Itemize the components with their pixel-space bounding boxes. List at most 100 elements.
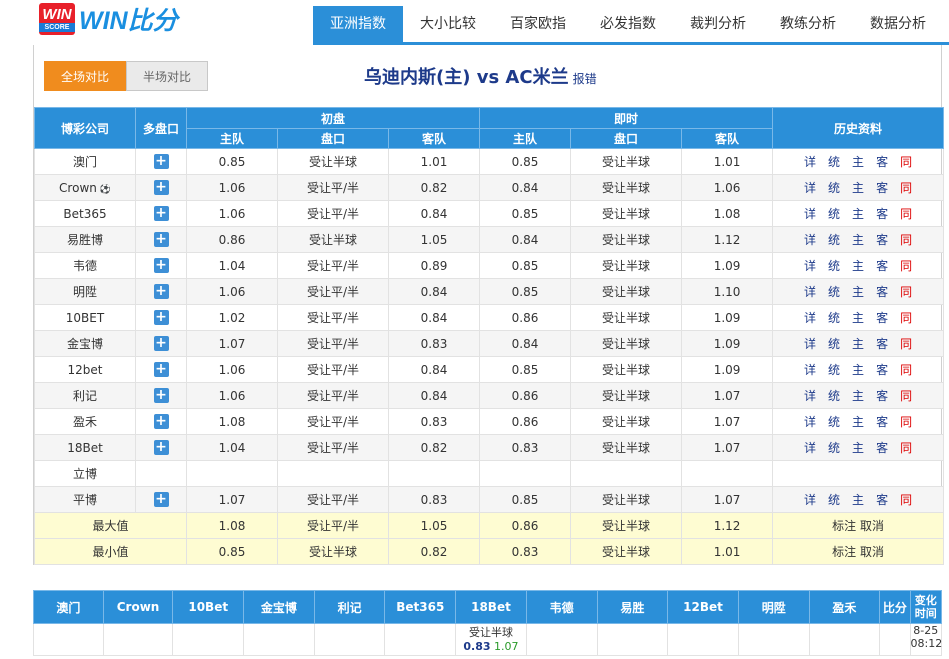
company-cell[interactable]: 金宝博 [34,330,136,357]
company-name[interactable]: 明陞 [73,285,97,299]
history-link[interactable]: 同 [900,413,912,430]
history-link[interactable]: 主 [852,491,864,508]
company-cell[interactable]: 利记 [34,382,136,409]
nav-item[interactable]: 数据分析 [853,6,943,42]
history-link[interactable]: 统 [828,283,840,300]
history-link[interactable]: 详 [804,153,816,170]
history-link[interactable]: 客 [876,309,888,326]
history-link[interactable]: 客 [876,257,888,274]
company-name[interactable]: 12bet [68,363,103,377]
history-link[interactable]: 客 [876,491,888,508]
history-link[interactable]: 统 [828,205,840,222]
company-cell[interactable]: 平博 [34,486,136,513]
company-name[interactable]: 18Bet [67,441,103,455]
expand-plus-icon[interactable]: + [153,492,169,507]
nav-item[interactable]: 亚洲指数 [313,6,403,42]
history-link[interactable]: 统 [828,361,840,378]
logo[interactable]: WIN SCORE WIN比分 [39,2,178,36]
history-link[interactable]: 客 [876,439,888,456]
history-link[interactable]: 统 [828,179,840,196]
company-name[interactable]: 易胜博 [67,233,103,247]
history-link[interactable]: 详 [804,413,816,430]
history-link[interactable]: 同 [900,309,912,326]
history-link[interactable]: 详 [804,231,816,248]
history-link[interactable]: 统 [828,491,840,508]
expand-plus-icon[interactable]: + [153,440,169,455]
history-link[interactable]: 客 [876,179,888,196]
expand-plus-icon[interactable]: + [153,336,169,351]
expand-plus-icon[interactable]: + [153,388,169,403]
history-link[interactable]: 详 [804,387,816,404]
company-name[interactable]: 韦德 [73,259,97,273]
company-cell[interactable]: 盈禾 [34,408,136,435]
history-link[interactable]: 统 [828,153,840,170]
company-cell[interactable]: 立博 [34,460,136,487]
nav-item[interactable]: 大小比较 [403,6,493,42]
history-link[interactable]: 同 [900,153,912,170]
half-match-button[interactable]: 半场对比 [126,61,208,91]
history-link[interactable]: 统 [828,257,840,274]
history-link[interactable]: 主 [852,179,864,196]
expand-plus-icon[interactable]: + [153,154,169,169]
history-link[interactable]: 统 [828,335,840,352]
report-error-link[interactable]: 报错 [573,72,597,86]
company-cell[interactable]: 韦德 [34,252,136,279]
history-link[interactable]: 同 [900,491,912,508]
company-cell[interactable]: Bet365 [34,200,136,227]
history-link[interactable]: 详 [804,491,816,508]
history-link[interactable]: 同 [900,335,912,352]
nav-item[interactable]: 必发指数 [583,6,673,42]
company-cell[interactable]: 18Bet [34,434,136,461]
expand-plus-icon[interactable]: + [153,284,169,299]
company-cell[interactable]: 澳门 [34,148,136,175]
company-name[interactable]: Crown [59,181,97,195]
min-mark-cancel[interactable]: 标注 取消 [772,538,945,565]
history-link[interactable]: 客 [876,231,888,248]
expand-plus-icon[interactable]: + [153,310,169,325]
full-match-button[interactable]: 全场对比 [44,61,126,91]
history-link[interactable]: 主 [852,413,864,430]
expand-plus-icon[interactable]: + [153,258,169,273]
history-link[interactable]: 主 [852,257,864,274]
history-link[interactable]: 统 [828,413,840,430]
history-link[interactable]: 详 [804,205,816,222]
company-cell[interactable]: 明陞 [34,278,136,305]
history-link[interactable]: 统 [828,387,840,404]
nav-item[interactable]: 裁判分析 [673,6,763,42]
history-link[interactable]: 统 [828,231,840,248]
history-link[interactable]: 同 [900,283,912,300]
history-link[interactable]: 主 [852,387,864,404]
expand-plus-icon[interactable]: + [153,232,169,247]
history-link[interactable]: 主 [852,231,864,248]
history-link[interactable]: 详 [804,309,816,326]
nav-item[interactable]: 教练分析 [763,6,853,42]
history-link[interactable]: 客 [876,387,888,404]
history-link[interactable]: 详 [804,439,816,456]
history-link[interactable]: 主 [852,205,864,222]
history-link[interactable]: 客 [876,153,888,170]
history-link[interactable]: 详 [804,179,816,196]
history-link[interactable]: 同 [900,179,912,196]
history-link[interactable]: 主 [852,309,864,326]
history-link[interactable]: 主 [852,283,864,300]
history-link[interactable]: 同 [900,231,912,248]
history-link[interactable]: 客 [876,413,888,430]
company-name[interactable]: 立博 [73,467,97,481]
company-name[interactable]: 利记 [73,389,97,403]
expand-plus-icon[interactable]: + [153,206,169,221]
company-cell[interactable]: 10BET [34,304,136,331]
company-name[interactable]: 金宝博 [67,337,103,351]
history-link[interactable]: 同 [900,361,912,378]
company-name[interactable]: 盈禾 [73,415,97,429]
history-link[interactable]: 详 [804,335,816,352]
expand-plus-icon[interactable]: + [153,414,169,429]
company-cell[interactable]: 12bet [34,356,136,383]
expand-plus-icon[interactable]: + [153,180,169,195]
company-name[interactable]: 澳门 [73,155,97,169]
history-link[interactable]: 统 [828,439,840,456]
max-mark-cancel[interactable]: 标注 取消 [772,512,945,539]
company-name[interactable]: 平博 [73,493,97,507]
history-link[interactable]: 客 [876,283,888,300]
history-link[interactable]: 统 [828,309,840,326]
history-link[interactable]: 客 [876,205,888,222]
